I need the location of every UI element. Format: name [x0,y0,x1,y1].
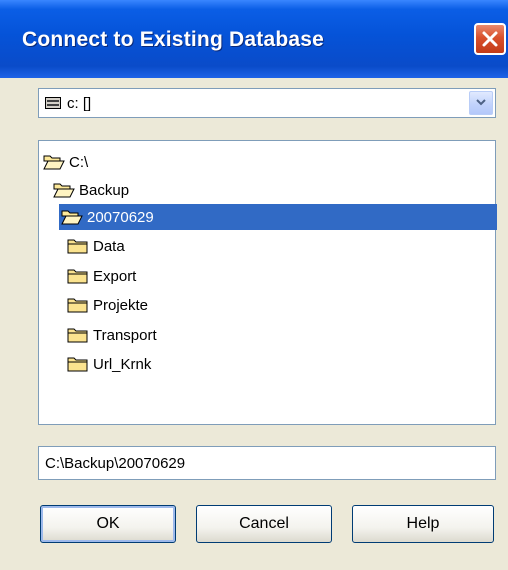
tree-item[interactable]: C:\ [43,149,88,175]
tree-item[interactable]: Backup [53,177,129,203]
tree-item[interactable]: Transport [67,322,157,348]
dropdown-button[interactable] [469,91,493,115]
help-button-label: Help [406,515,440,532]
tree-item[interactable]: Export [67,263,136,289]
tree-item-selected[interactable]: 20070629 [59,204,497,230]
tree-item-label: Url_Krnk [93,355,152,373]
tree-item-label: C:\ [69,153,89,171]
tree-item[interactable]: Url_Krnk [67,351,151,377]
drive-icon [45,97,61,109]
help-button[interactable]: Help [352,505,494,543]
window-title: Connect to Existing Database [22,28,324,51]
tree-item-label: Projekte [93,296,149,314]
ok-button[interactable]: OK [40,505,176,543]
tree-item[interactable]: Projekte [67,292,148,318]
open-folder-icon [43,155,65,170]
close-icon [482,31,498,47]
path-input[interactable]: C:\Backup\20070629 [38,446,496,480]
ok-button-label: OK [96,515,120,532]
tree-item-label: Transport [93,326,157,344]
drive-dropdown[interactable]: c: [] [38,88,496,118]
tree-item-label: Export [93,267,137,285]
tree-item-label: Data [93,237,125,255]
title-bar[interactable]: Connect to Existing Database [0,0,508,78]
close-button[interactable] [474,23,506,55]
open-folder-icon [53,183,75,198]
folder-icon [67,298,88,313]
cancel-button-label: Cancel [239,515,289,532]
cancel-button[interactable]: Cancel [196,505,332,543]
folder-icon [67,357,88,372]
folder-icon [67,239,88,254]
tree-item[interactable]: Data [67,233,125,259]
tree-item-label: 20070629 [87,208,154,226]
chevron-down-icon [476,99,486,106]
drive-label: c: [] [67,95,92,112]
path-value: C:\Backup\20070629 [45,455,186,472]
folder-icon [67,328,88,343]
tree-item-label: Backup [79,181,130,199]
open-folder-icon [61,210,83,225]
directory-tree[interactable]: C:\ Backup 20070629 Data Export Projekte… [38,140,497,425]
folder-icon [67,269,88,284]
